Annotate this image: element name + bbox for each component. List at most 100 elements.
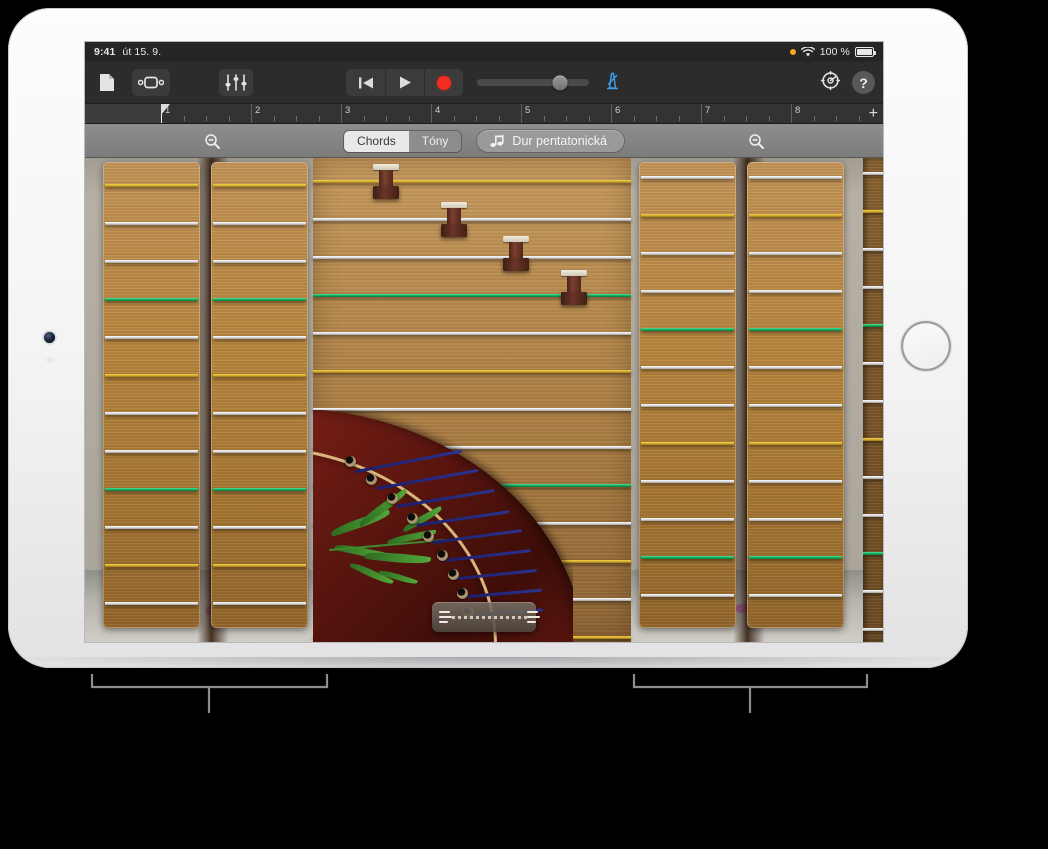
koto-bridge[interactable] xyxy=(441,202,467,237)
koto-string-yellow[interactable] xyxy=(213,184,306,187)
koto-string-white[interactable] xyxy=(749,480,842,483)
mode-segmented-control[interactable]: Chords Tóny xyxy=(344,131,461,152)
koto-string-white[interactable] xyxy=(641,252,734,255)
koto-string-white[interactable] xyxy=(749,594,842,597)
string-spacing-slider[interactable] xyxy=(432,602,536,632)
koto-string-white[interactable] xyxy=(749,404,842,407)
koto-string-white[interactable] xyxy=(641,176,734,179)
string-panel-right-1[interactable] xyxy=(639,162,736,628)
mixer-faders-icon[interactable] xyxy=(219,69,253,96)
koto-string-yellow[interactable] xyxy=(749,442,842,445)
zoom-out-icon-left[interactable] xyxy=(197,130,227,152)
koto-string-white[interactable] xyxy=(313,218,631,221)
koto-string-white[interactable] xyxy=(105,222,198,225)
ruler-beat-tick xyxy=(454,116,455,121)
help-button[interactable]: ? xyxy=(852,71,875,94)
koto-string-white[interactable] xyxy=(863,248,883,251)
koto-string-white[interactable] xyxy=(213,222,306,225)
koto-string-white[interactable] xyxy=(641,404,734,407)
spacing-track[interactable] xyxy=(452,616,527,619)
koto-bridge[interactable] xyxy=(503,236,529,271)
rewind-button[interactable] xyxy=(346,69,385,96)
koto-string-white[interactable] xyxy=(641,366,734,369)
koto-string-yellow[interactable] xyxy=(641,442,734,445)
koto-bridge[interactable] xyxy=(373,164,399,199)
koto-string-green[interactable] xyxy=(749,556,842,559)
home-button-icon[interactable] xyxy=(901,321,951,371)
koto-string-white[interactable] xyxy=(863,286,883,289)
koto-string-green[interactable] xyxy=(213,298,306,301)
document-icon[interactable] xyxy=(93,69,121,96)
volume-slider-knob[interactable] xyxy=(552,75,567,90)
koto-string-white[interactable] xyxy=(213,412,306,415)
koto-string-white[interactable] xyxy=(863,590,883,593)
ruler-beat-tick xyxy=(589,116,590,121)
koto-string-white[interactable] xyxy=(863,476,883,479)
koto-string-green[interactable] xyxy=(749,328,842,331)
koto-string-green[interactable] xyxy=(863,324,883,327)
koto-string-green[interactable] xyxy=(105,298,198,301)
koto-string-white[interactable] xyxy=(105,260,198,263)
play-button[interactable] xyxy=(385,69,424,96)
koto-string-yellow[interactable] xyxy=(641,214,734,217)
zoom-out-icon-right[interactable] xyxy=(741,130,771,152)
koto-string-white[interactable] xyxy=(749,366,842,369)
koto-string-white[interactable] xyxy=(105,336,198,339)
koto-string-yellow[interactable] xyxy=(213,564,306,567)
koto-string-white[interactable] xyxy=(749,518,842,521)
ipad-screen: 9:41 út 15. 9. 100 % xyxy=(85,42,883,642)
koto-string-white[interactable] xyxy=(863,362,883,365)
string-panel-left-2[interactable] xyxy=(211,162,308,628)
koto-string-white[interactable] xyxy=(863,628,883,631)
tab-chords[interactable]: Chords xyxy=(344,131,409,152)
koto-string-white[interactable] xyxy=(105,526,198,529)
koto-string-white[interactable] xyxy=(213,602,306,605)
koto-string-white[interactable] xyxy=(749,252,842,255)
koto-string-green[interactable] xyxy=(641,556,734,559)
record-button[interactable] xyxy=(424,69,463,96)
koto-string-white[interactable] xyxy=(105,450,198,453)
koto-string-white[interactable] xyxy=(749,176,842,179)
koto-string-white[interactable] xyxy=(863,514,883,517)
koto-string-yellow[interactable] xyxy=(749,214,842,217)
koto-string-yellow[interactable] xyxy=(213,374,306,377)
metronome-icon[interactable] xyxy=(603,71,622,95)
koto-string-green[interactable] xyxy=(213,488,306,491)
koto-string-yellow[interactable] xyxy=(105,564,198,567)
koto-string-white[interactable] xyxy=(863,400,883,403)
scale-selector-button[interactable]: Dur pentatonická xyxy=(477,130,624,152)
koto-string-white[interactable] xyxy=(105,602,198,605)
koto-string-yellow[interactable] xyxy=(105,374,198,377)
gear-icon[interactable] xyxy=(820,70,841,96)
koto-string-white[interactable] xyxy=(863,172,883,175)
timeline-ruler[interactable]: 1 2 3 4 5 6 7 8 + xyxy=(85,104,883,124)
playhead[interactable] xyxy=(161,104,171,123)
koto-string-white[interactable] xyxy=(105,412,198,415)
koto-string-white[interactable] xyxy=(213,336,306,339)
add-track-button[interactable]: + xyxy=(869,106,878,122)
koto-string-white[interactable] xyxy=(641,290,734,293)
koto-string-white[interactable] xyxy=(213,260,306,263)
string-panel-left-1[interactable] xyxy=(103,162,200,628)
koto-string-white[interactable] xyxy=(641,480,734,483)
koto-string-white[interactable] xyxy=(313,256,631,259)
koto-string-green[interactable] xyxy=(641,328,734,331)
koto-string-white[interactable] xyxy=(313,332,631,335)
koto-bridge[interactable] xyxy=(561,270,587,305)
koto-string-white[interactable] xyxy=(641,518,734,521)
tab-notes[interactable]: Tóny xyxy=(409,131,462,152)
koto-string-yellow[interactable] xyxy=(313,370,631,373)
koto-string-white[interactable] xyxy=(213,526,306,529)
string-panel-right-2[interactable] xyxy=(747,162,844,628)
tracks-view-icon[interactable] xyxy=(132,69,170,96)
koto-string-yellow[interactable] xyxy=(863,438,883,441)
koto-string-yellow[interactable] xyxy=(313,180,631,183)
koto-string-green[interactable] xyxy=(863,552,883,555)
koto-string-white[interactable] xyxy=(749,290,842,293)
koto-string-white[interactable] xyxy=(213,450,306,453)
koto-string-yellow[interactable] xyxy=(105,184,198,187)
koto-string-yellow[interactable] xyxy=(863,210,883,213)
koto-string-green[interactable] xyxy=(105,488,198,491)
volume-slider[interactable] xyxy=(477,79,589,86)
koto-string-white[interactable] xyxy=(641,594,734,597)
